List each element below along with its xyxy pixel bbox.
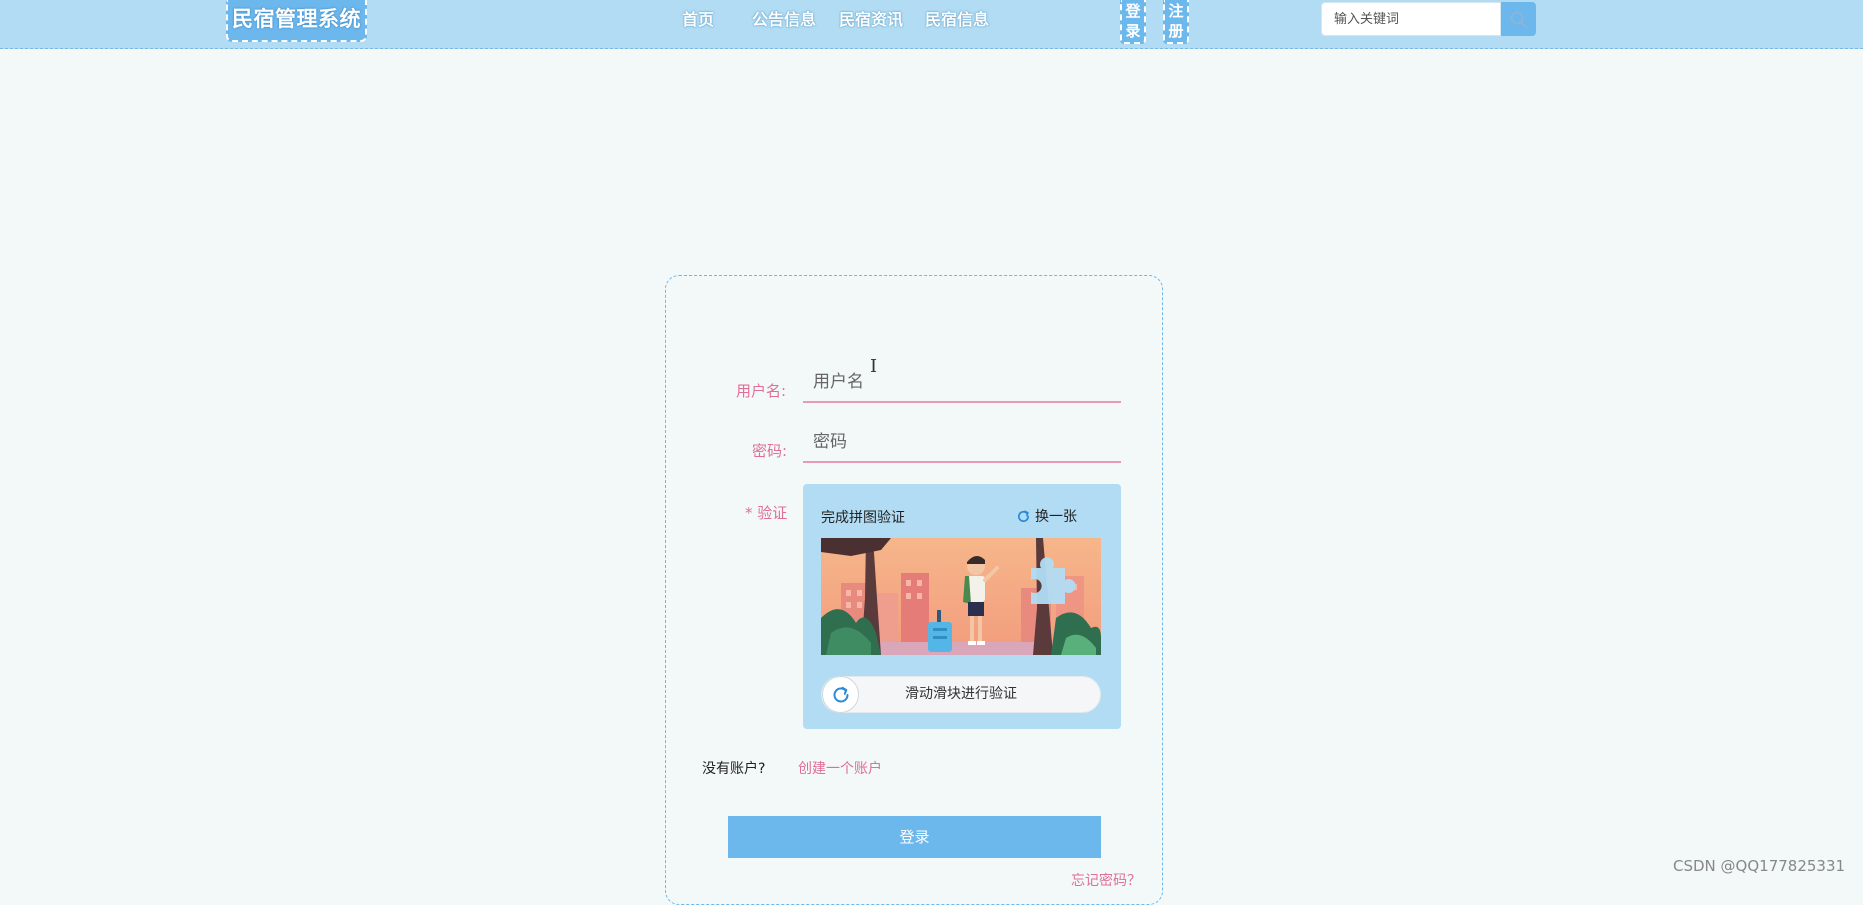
captcha-refresh-label: 换一张	[1035, 509, 1077, 525]
captcha-title: 完成拼图验证	[821, 510, 905, 526]
captcha-refresh-button[interactable]: 换一张	[1016, 506, 1077, 526]
refresh-icon	[1018, 510, 1030, 522]
search-icon	[1510, 11, 1527, 28]
site-logo[interactable]: 民宿管理系统	[226, 0, 367, 42]
captcha-slider-track[interactable]: 滑动滑块进行验证	[821, 676, 1101, 713]
top-navbar: 民宿管理系统 首页 公告信息 民宿资讯 民宿信息 登录 注册	[0, 0, 1863, 49]
login-submit-button[interactable]: 登录	[728, 816, 1101, 858]
header-login-button[interactable]: 登录	[1120, 0, 1146, 44]
text-cursor-icon: I	[870, 356, 878, 377]
nav-homestay-info[interactable]: 民宿信息	[925, 0, 989, 40]
verify-label: * 验证	[745, 504, 788, 522]
nav-home[interactable]: 首页	[682, 0, 714, 40]
forgot-password-link[interactable]: 忘记密码？	[1071, 870, 1141, 890]
nav-announcements[interactable]: 公告信息	[752, 0, 816, 40]
refresh-arrow-icon	[833, 686, 848, 702]
create-account-link[interactable]: 创建一个账户	[798, 758, 882, 778]
captcha-image	[821, 538, 1101, 655]
watermark-text: CSDN @QQ177825331	[1673, 857, 1846, 875]
search-button[interactable]	[1501, 2, 1536, 36]
password-label: 密码:	[752, 442, 788, 460]
search-input[interactable]	[1321, 2, 1501, 36]
slider-hint-text: 滑动滑块进行验证	[905, 686, 1017, 702]
slider-handle[interactable]	[822, 676, 859, 713]
puzzle-captcha: 完成拼图验证 换一张 滑动滑块进行验证	[803, 484, 1121, 729]
username-label: 用户名:	[736, 382, 787, 400]
password-input[interactable]	[803, 423, 1121, 463]
header-register-button[interactable]: 注册	[1163, 0, 1189, 44]
no-account-text: 没有账户?	[702, 761, 766, 777]
username-input[interactable]	[803, 363, 1121, 403]
nav-homestay-news[interactable]: 民宿资讯	[839, 0, 903, 40]
